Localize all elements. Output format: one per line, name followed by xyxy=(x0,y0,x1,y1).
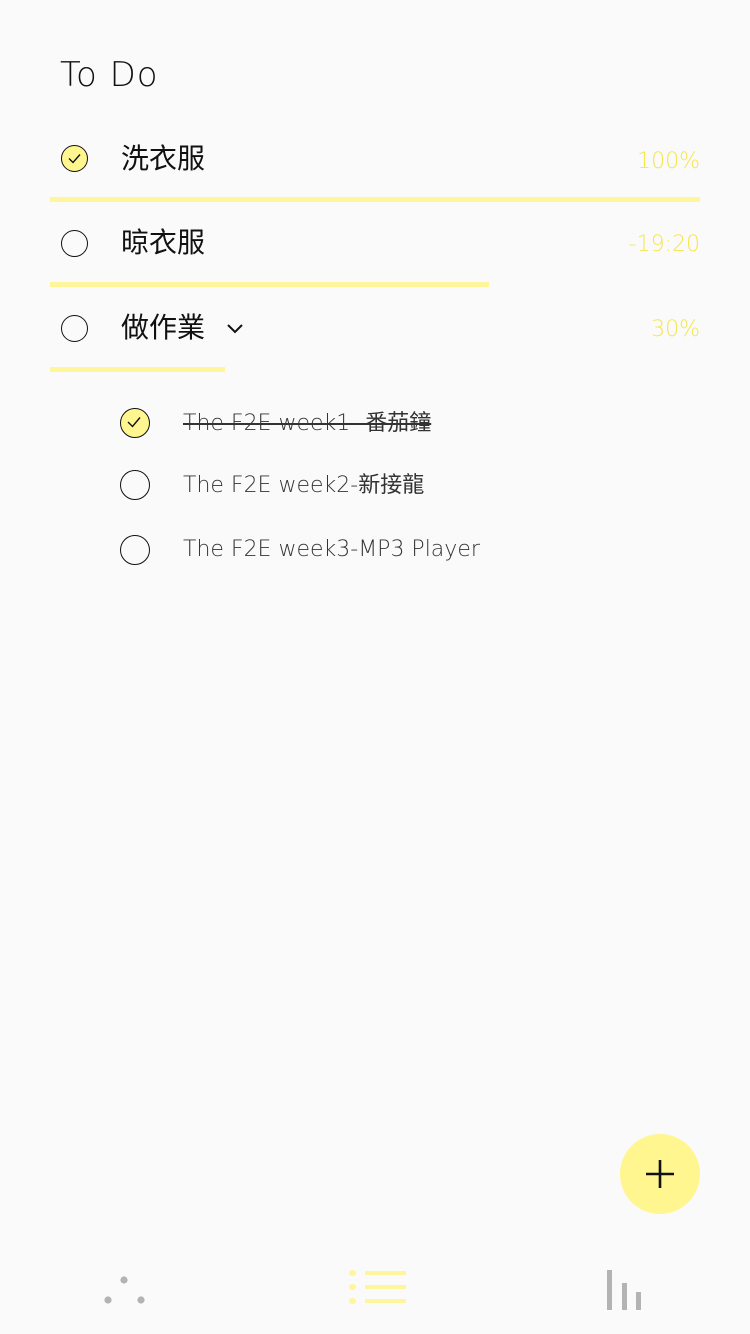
subtask-label: The F2E week1 -番茄鐘 xyxy=(183,411,432,436)
task-row-laundry[interactable]: 洗衣服 100% xyxy=(0,125,750,195)
check-icon xyxy=(68,154,81,164)
task-progress-bar xyxy=(50,367,700,372)
task-row-hang-laundry[interactable]: 晾衣服 -19:20 xyxy=(0,208,750,278)
todo-screen: To Do 洗衣服 100% 晾衣服 -19:20 做作業 30% The F2… xyxy=(0,0,750,1334)
list-icon xyxy=(349,1270,406,1304)
bottom-nav xyxy=(0,1250,750,1334)
subtask-row[interactable]: The F2E week1 -番茄鐘 xyxy=(0,397,750,447)
task-progress-text: 30% xyxy=(651,317,700,342)
task-progress-bar xyxy=(50,282,700,287)
task-progress-bar xyxy=(50,197,700,202)
dots-icon xyxy=(104,1276,145,1304)
subtask-row[interactable]: The F2E week3-MP3 Player xyxy=(0,524,750,574)
task-checkbox-checked[interactable] xyxy=(61,145,88,172)
task-label: 做作業 xyxy=(121,311,206,344)
chevron-down-icon[interactable] xyxy=(225,318,245,338)
task-progress-fill xyxy=(50,367,225,372)
task-progress-fill xyxy=(50,282,489,287)
task-checkbox[interactable] xyxy=(61,230,88,257)
nav-item-dots[interactable] xyxy=(95,1262,175,1322)
subtask-label: The F2E week2-新接龍 xyxy=(183,473,425,498)
subtask-checkbox-checked[interactable] xyxy=(120,408,150,438)
task-progress-text: 100% xyxy=(637,149,700,174)
add-task-button[interactable] xyxy=(620,1134,700,1214)
subtask-label: The F2E week3-MP3 Player xyxy=(183,537,480,562)
task-label: 晾衣服 xyxy=(121,226,206,259)
stats-icon xyxy=(607,1270,641,1310)
subtask-checkbox[interactable] xyxy=(120,535,150,565)
task-progress-fill xyxy=(50,197,700,202)
subtask-checkbox[interactable] xyxy=(120,470,150,500)
task-checkbox[interactable] xyxy=(61,315,88,342)
task-row-homework[interactable]: 做作業 30% xyxy=(0,293,750,363)
subtask-row[interactable]: The F2E week2-新接龍 xyxy=(0,459,750,509)
page-title: To Do xyxy=(60,55,159,95)
nav-item-stats[interactable] xyxy=(600,1262,680,1322)
nav-item-list[interactable] xyxy=(345,1262,425,1322)
check-icon xyxy=(127,417,141,428)
plus-icon xyxy=(646,1160,674,1188)
task-timer-text: -19:20 xyxy=(628,232,700,257)
task-label: 洗衣服 xyxy=(121,142,206,175)
